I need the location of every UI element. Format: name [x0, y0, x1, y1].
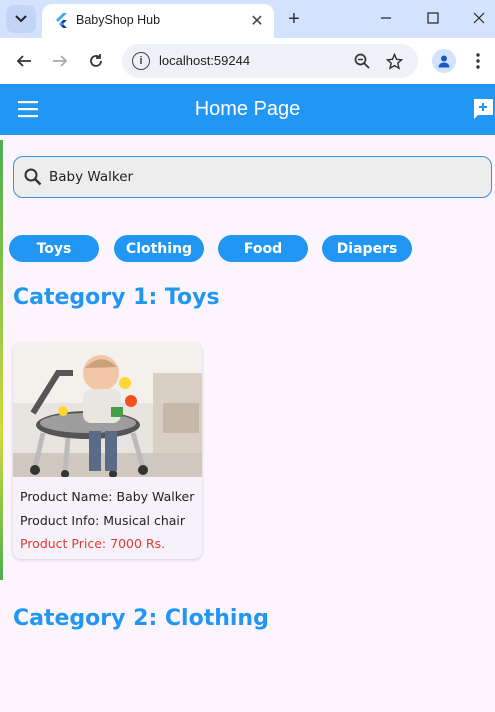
- search-field[interactable]: [13, 156, 492, 198]
- site-info-icon[interactable]: i: [132, 52, 150, 70]
- more-vert-icon: [476, 53, 480, 69]
- back-button[interactable]: [11, 48, 37, 74]
- browser-menu-button[interactable]: [468, 50, 488, 72]
- bookmark-star-icon[interactable]: [384, 51, 404, 71]
- chevron-down-icon: [15, 15, 27, 23]
- product-card[interactable]: Product Name: Baby Walker Product Info: …: [13, 343, 202, 559]
- minimize-icon: [381, 17, 391, 19]
- product-info: Product Info: Musical chair: [20, 513, 186, 528]
- product-price: Product Price: 7000 Rs.: [20, 536, 166, 551]
- new-tab-button[interactable]: +: [282, 8, 306, 30]
- category-heading-toys: Category 1: Toys: [13, 285, 220, 310]
- reload-button[interactable]: [83, 48, 109, 74]
- chip-food[interactable]: Food: [218, 235, 308, 262]
- profile-avatar[interactable]: [432, 49, 456, 73]
- tab-title: BabyShop Hub: [76, 13, 161, 27]
- person-icon: [438, 55, 450, 68]
- search-input[interactable]: [49, 163, 469, 191]
- search-icon: [24, 168, 42, 186]
- app-bar: Home Page: [0, 84, 495, 135]
- address-bar[interactable]: i localhost:59244: [122, 44, 418, 78]
- reload-icon: [90, 54, 102, 67]
- add-comment-icon[interactable]: [471, 97, 495, 121]
- maximize-button[interactable]: [418, 6, 448, 30]
- product-name: Product Name: Baby Walker: [20, 489, 195, 504]
- product-image-baby-walker: [13, 343, 202, 477]
- flutter-logo-icon: [56, 13, 67, 28]
- chip-diapers[interactable]: Diapers: [322, 235, 412, 262]
- chip-clothing[interactable]: Clothing: [114, 235, 204, 262]
- close-window-button[interactable]: [464, 6, 494, 30]
- close-icon: [473, 12, 485, 24]
- arrow-right-icon: [53, 55, 68, 67]
- zoom-icon[interactable]: [352, 51, 372, 71]
- tab-search-button[interactable]: [6, 5, 36, 33]
- url-text: localhost:59244: [159, 53, 251, 68]
- maximize-icon: [427, 12, 439, 24]
- browser-toolbar: i localhost:59244: [0, 38, 495, 84]
- browser-tab[interactable]: BabyShop Hub ✕: [42, 4, 274, 38]
- forward-button[interactable]: [47, 48, 73, 74]
- category-heading-clothing: Category 2: Clothing: [13, 606, 269, 631]
- browser-tab-strip: BabyShop Hub ✕ +: [0, 0, 495, 38]
- arrow-left-icon: [16, 55, 31, 67]
- chip-toys[interactable]: Toys: [9, 235, 99, 262]
- app-page: Home Page Toys Clothing Food Diapers Cat…: [0, 84, 495, 712]
- minimize-button[interactable]: [371, 6, 401, 30]
- window-edge-strip: [0, 140, 3, 580]
- close-tab-icon[interactable]: ✕: [248, 12, 266, 30]
- page-title: Home Page: [194, 98, 301, 120]
